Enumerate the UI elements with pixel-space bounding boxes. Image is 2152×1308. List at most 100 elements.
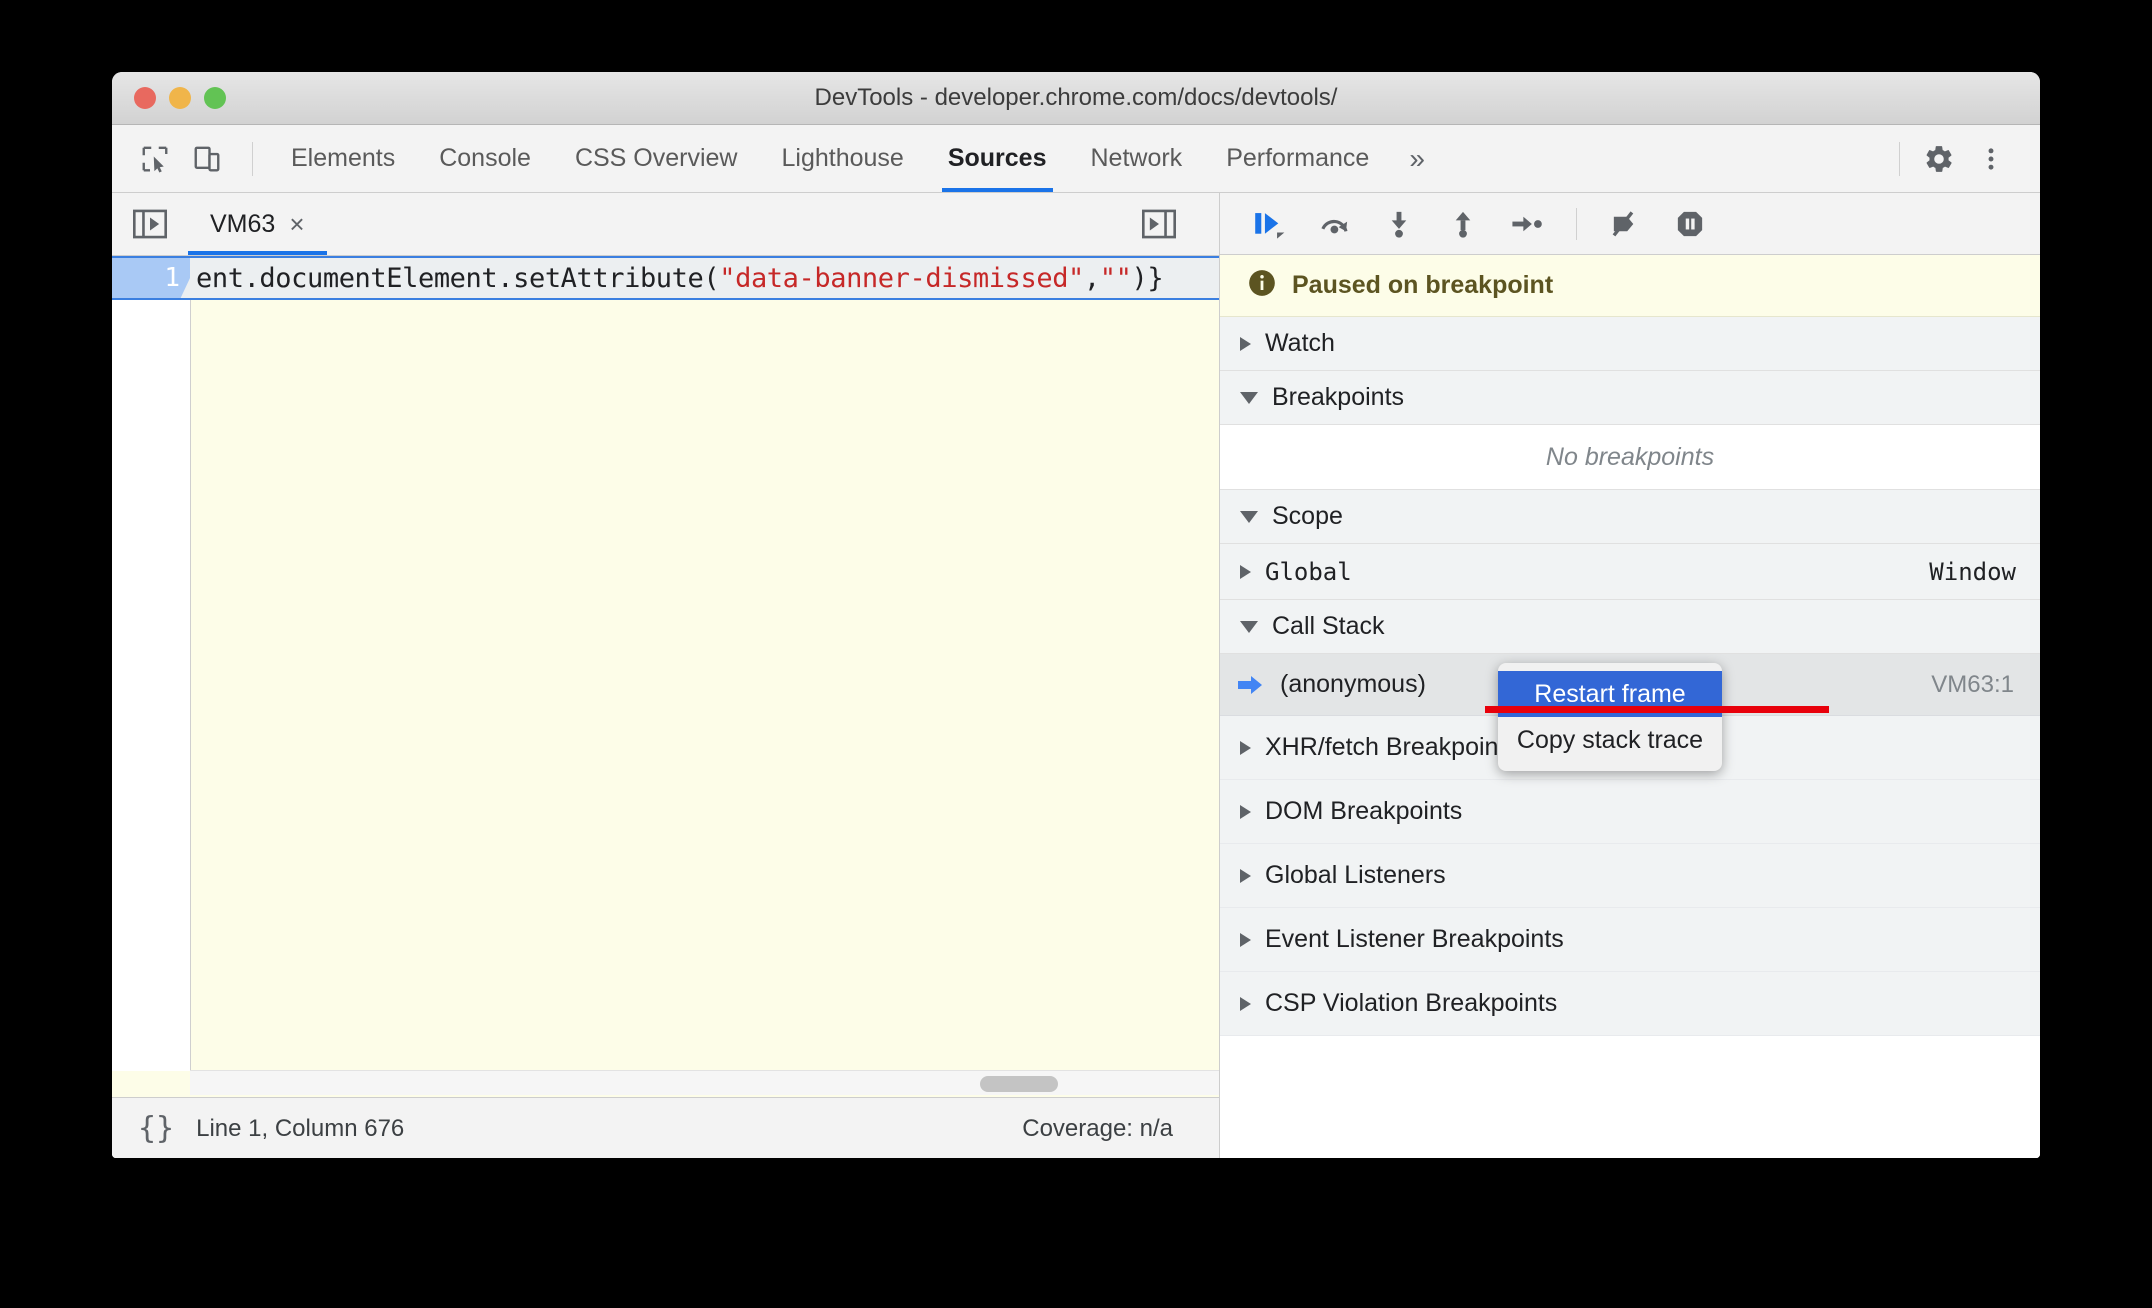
- tab-console[interactable]: Console: [417, 125, 553, 192]
- section-scope[interactable]: Scope: [1220, 490, 2040, 544]
- section-label: DOM Breakpoints: [1265, 797, 1463, 825]
- step-out-icon[interactable]: [1436, 200, 1490, 248]
- devtools-window: DevTools - developer.chrome.com/docs/dev…: [112, 72, 2040, 1158]
- section-global-listeners[interactable]: Global Listeners: [1220, 844, 2040, 908]
- section-watch[interactable]: Watch: [1220, 317, 2040, 371]
- coverage-label: Coverage: n/a: [1022, 1114, 1173, 1142]
- debugger-toolbar: [1220, 193, 2040, 255]
- device-toolbar-icon[interactable]: [184, 136, 230, 182]
- resume-script-execution-icon[interactable]: [1244, 200, 1298, 248]
- window-title: DevTools - developer.chrome.com/docs/dev…: [814, 84, 1338, 111]
- devtools-tab-strip: Elements Console CSS Overview Lighthouse…: [112, 125, 2040, 193]
- section-label: Global Listeners: [1265, 861, 1446, 889]
- file-tab-strip: VM63 ×: [112, 193, 1219, 256]
- section-dom-breakpoints[interactable]: DOM Breakpoints: [1220, 780, 2040, 844]
- chevron-right-icon: [1240, 932, 1251, 947]
- chevron-right-icon: [1240, 564, 1251, 579]
- file-tab-label: VM63: [210, 209, 276, 238]
- code-segment: ent.documentElement.setAttribute(: [196, 262, 720, 294]
- tab-label: CSS Overview: [574, 144, 738, 172]
- section-label: Event Listener Breakpoints: [1265, 925, 1564, 953]
- close-window-button[interactable]: [134, 87, 156, 109]
- red-strikethrough-annotation: [1485, 706, 1829, 713]
- code-editor[interactable]: 1 ent.documentElement.setAttribute("data…: [112, 256, 1219, 1097]
- section-call-stack[interactable]: Call Stack: [1220, 600, 2040, 654]
- file-tab-vm63[interactable]: VM63 ×: [188, 193, 327, 255]
- settings-gear-icon[interactable]: [1916, 136, 1962, 182]
- section-event-listener-breakpoints[interactable]: Event Listener Breakpoints: [1220, 908, 2040, 972]
- tab-sources[interactable]: Sources: [926, 125, 1069, 192]
- call-frame-location: VM63:1: [1931, 670, 2014, 698]
- chevron-down-icon: [1240, 510, 1258, 523]
- toolbar-divider-right: [1899, 141, 1900, 176]
- editor-status-bar: {} Line 1, Column 676 Coverage: n/a: [112, 1097, 1219, 1158]
- chevron-right-icon: [1240, 740, 1251, 755]
- tab-label: Console: [439, 144, 531, 172]
- section-label: Watch: [1265, 329, 1335, 357]
- section-label: XHR/fetch Breakpoints: [1265, 733, 1518, 761]
- tab-label: Lighthouse: [781, 144, 904, 172]
- tab-label: Sources: [947, 144, 1047, 172]
- chevron-down-icon: [1240, 620, 1258, 633]
- minimize-window-button[interactable]: [169, 87, 191, 109]
- step-into-icon[interactable]: [1372, 200, 1426, 248]
- step-icon[interactable]: [1500, 200, 1554, 248]
- editor-gutter: [112, 256, 191, 1097]
- scope-name: Global: [1265, 557, 1352, 586]
- call-stack-context-menu[interactable]: Restart frame Copy stack trace: [1498, 663, 1722, 771]
- section-label: Scope: [1272, 502, 1343, 530]
- tab-performance[interactable]: Performance: [1204, 125, 1391, 192]
- chevron-right-icon: [1240, 804, 1251, 819]
- close-icon[interactable]: ×: [289, 211, 304, 237]
- editor-horizontal-scrollbar[interactable]: [112, 1070, 1219, 1097]
- debugger-toolbar-divider: [1576, 207, 1577, 240]
- show-navigator-icon[interactable]: [128, 202, 172, 246]
- paused-status-text: Paused on breakpoint: [1292, 271, 1554, 299]
- deactivate-breakpoints-icon[interactable]: [1599, 200, 1653, 248]
- toolbar-divider: [252, 141, 253, 176]
- section-label: Breakpoints: [1272, 383, 1405, 411]
- section-label: CSP Violation Breakpoints: [1265, 989, 1558, 1017]
- breakpoints-empty-message: No breakpoints: [1220, 425, 2040, 490]
- scrollbar-track[interactable]: [190, 1070, 1219, 1095]
- section-breakpoints[interactable]: Breakpoints: [1220, 371, 2040, 425]
- cursor-position-label: Line 1, Column 676: [196, 1114, 405, 1142]
- zoom-window-button[interactable]: [204, 87, 226, 109]
- window-titlebar: DevTools - developer.chrome.com/docs/dev…: [112, 72, 2040, 125]
- format-braces-icon[interactable]: {}: [138, 1111, 174, 1146]
- code-segment: )}: [1131, 262, 1164, 294]
- devtools-tabs: Elements Console CSS Overview Lighthouse…: [269, 125, 1443, 192]
- code-string-literal: "data-banner-dismissed": [719, 262, 1084, 294]
- show-more-tabs-icon[interactable]: [1137, 202, 1181, 246]
- step-over-icon[interactable]: [1308, 200, 1362, 248]
- tab-label: Elements: [291, 144, 396, 172]
- scrollbar-thumb[interactable]: [980, 1076, 1058, 1092]
- scope-row-global[interactable]: Global Window: [1220, 544, 2040, 600]
- devtools-toolbar-right: [1883, 136, 2020, 182]
- section-label: Call Stack: [1272, 612, 1385, 640]
- section-csp-violation-breakpoints[interactable]: CSP Violation Breakpoints: [1220, 972, 2040, 1036]
- pause-on-exceptions-icon[interactable]: [1663, 200, 1717, 248]
- window-traffic-lights[interactable]: [134, 87, 226, 109]
- tab-elements[interactable]: Elements: [269, 125, 417, 192]
- code-segment: ,: [1083, 262, 1100, 294]
- line-number: 1: [112, 258, 190, 298]
- chevron-right-icon: [1240, 868, 1251, 883]
- tab-css-overview[interactable]: CSS Overview: [553, 125, 760, 192]
- paused-on-breakpoint-banner: Paused on breakpoint: [1220, 255, 2040, 317]
- code-string-literal: "": [1099, 262, 1132, 294]
- debugger-empty-space: [1220, 1036, 2040, 1158]
- code-line-1[interactable]: 1 ent.documentElement.setAttribute("data…: [112, 256, 1219, 300]
- tab-lighthouse[interactable]: Lighthouse: [760, 125, 926, 192]
- chevron-right-icon: [1240, 996, 1251, 1011]
- screenshot-root: DevTools - developer.chrome.com/docs/dev…: [0, 0, 2152, 1308]
- info-icon: [1248, 269, 1276, 302]
- tab-network[interactable]: Network: [1069, 125, 1205, 192]
- context-menu-item-copy-stack-trace[interactable]: Copy stack trace: [1498, 717, 1722, 763]
- scope-value: Window: [1929, 557, 2016, 586]
- more-options-icon[interactable]: [1968, 136, 2014, 182]
- inspect-element-icon[interactable]: [132, 136, 178, 182]
- file-tabs-right: [1121, 202, 1197, 246]
- more-tabs-chevron-icon[interactable]: »: [1391, 125, 1443, 192]
- tab-label: Performance: [1226, 144, 1370, 172]
